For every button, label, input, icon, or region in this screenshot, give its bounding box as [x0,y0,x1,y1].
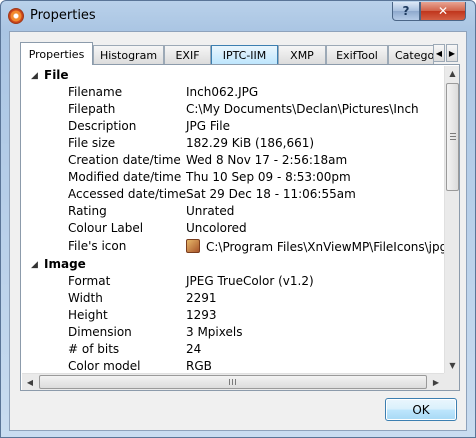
property-row[interactable]: Description JPG File [22,118,444,135]
property-value: Inch062.JPG [186,85,259,99]
property-key: Format [68,274,111,288]
grip-line [450,139,456,140]
property-row[interactable]: Creation date/time Wed 8 Nov 17 - 2:56:1… [22,152,444,169]
property-value: 182.29 KiB (186,661) [186,136,315,150]
property-key: Modified date/time [68,170,182,184]
property-key: Filepath [68,102,116,116]
property-row[interactable]: Color model RGB [22,358,444,373]
collapse-triangle-icon[interactable]: ◢ [31,260,38,270]
property-value: 24 [186,342,202,356]
vertical-scroll-thumb[interactable] [446,83,459,191]
property-row[interactable]: Height 1293 [22,307,444,324]
property-key: Colour Label [68,221,144,235]
property-key: File's icon [68,239,127,253]
tab-histogram[interactable]: Histogram [93,45,164,64]
property-value: Thu 10 Sep 09 - 8:53:00pm [186,170,351,184]
scroll-left-button[interactable]: ◀ [22,374,38,390]
tab-scroll-left-button[interactable]: ◀ [433,44,445,62]
vertical-scrollbar[interactable]: ▲ ▼ [444,66,459,373]
grip-line [450,133,456,134]
property-value: C:\Program Files\XnViewMP\FileIcons\jpg.… [186,239,444,254]
horizontal-scrollbar[interactable]: ◀ ▶ [22,373,444,390]
property-row[interactable]: Filename Inch062.JPG [22,84,444,101]
window-title: Properties [30,8,96,23]
scrollbar-corner [444,373,459,390]
property-value: 1293 [186,308,217,322]
property-row[interactable]: Width 2291 [22,290,444,307]
property-key: Accessed date/time [68,187,187,201]
tab-strip: Properties Histogram EXIF IPTC-IIM XMP E… [20,42,460,65]
property-row[interactable]: File's icon C:\Program Files\XnViewMP\Fi… [22,238,444,255]
grip-line [235,379,236,385]
collapse-triangle-icon[interactable]: ◢ [31,71,38,81]
grip-line [450,136,456,137]
property-row[interactable]: Filepath C:\My Documents\Declan\Pictures… [22,101,444,118]
scroll-right-button[interactable]: ▶ [428,374,444,390]
scroll-down-button[interactable]: ▼ [445,358,460,373]
property-key: # of bits [68,342,120,356]
property-row[interactable]: Rating Unrated [22,203,444,220]
property-key: Height [68,308,108,322]
property-key: Creation date/time [68,153,181,167]
property-key: Color model [68,359,141,373]
grip-line [232,379,233,385]
file-type-icon [186,239,200,253]
section-title: File [44,68,69,82]
title-bar: Properties ? ✕ [1,1,475,31]
grip-line [229,379,230,385]
xnview-app-icon [8,8,24,24]
property-row[interactable]: Accessed date/time Sat 29 Dec 18 - 11:06… [22,186,444,203]
scroll-up-button[interactable]: ▲ [445,66,460,81]
section-file[interactable]: ◢ File [22,67,444,84]
dialog-body: Properties Histogram EXIF IPTC-IIM XMP E… [9,31,467,431]
tab-exiftool[interactable]: ExifTool [326,45,388,64]
property-value: 2291 [186,291,217,305]
property-value: Unrated [186,204,235,218]
property-value: Sat 29 Dec 18 - 11:06:55am [186,187,356,201]
property-value: RGB [186,359,212,373]
property-key: Width [68,291,103,305]
properties-window: Properties ? ✕ Properties Histogram EXIF… [0,0,476,438]
property-key: Description [68,119,137,133]
property-row[interactable]: # of bits 24 [22,341,444,358]
close-button[interactable]: ✕ [420,2,466,21]
property-grid: ◢ File Filename Inch062.JPG Filepath C:\… [22,66,444,373]
tab-scroll-right-button[interactable]: ▶ [446,44,458,62]
property-value: JPG File [186,119,230,133]
property-value: JPEG TrueColor (v1.2) [186,274,314,288]
tab-categories[interactable]: Categories [388,45,434,64]
tab-iptc-iim[interactable]: IPTC-IIM [211,45,278,64]
property-row[interactable]: Format JPEG TrueColor (v1.2) [22,273,444,290]
property-row[interactable]: File size 182.29 KiB (186,661) [22,135,444,152]
tab-properties[interactable]: Properties [20,42,93,65]
property-key: Filename [68,85,123,99]
property-value: Wed 8 Nov 17 - 2:56:18am [186,153,348,167]
tab-xmp[interactable]: XMP [278,45,326,64]
ok-button[interactable]: OK [385,398,457,421]
file-icon-path: C:\Program Files\XnViewMP\FileIcons\jpg.… [206,240,444,254]
property-key: File size [68,136,116,150]
properties-panel: ◢ File Filename Inch062.JPG Filepath C:\… [20,64,460,391]
tab-exif[interactable]: EXIF [164,45,211,64]
section-image[interactable]: ◢ Image [22,256,444,273]
horizontal-scroll-thumb[interactable] [39,375,427,389]
property-value: C:\My Documents\Declan\Pictures\Inch [186,102,419,116]
section-title: Image [44,257,86,271]
property-row[interactable]: Colour Label Uncolored [22,220,444,237]
property-value: 3 Mpixels [186,325,243,339]
property-value: Uncolored [186,221,247,235]
property-row[interactable]: Modified date/time Thu 10 Sep 09 - 8:53:… [22,169,444,186]
property-row[interactable]: Dimension 3 Mpixels [22,324,444,341]
property-key: Rating [68,204,107,218]
property-key: Dimension [68,325,132,339]
help-button[interactable]: ? [392,2,420,21]
